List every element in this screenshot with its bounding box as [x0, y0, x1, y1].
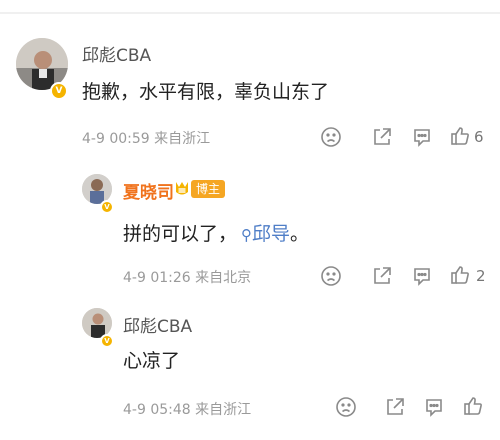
- reply-location: 来自浙江: [195, 402, 252, 418]
- verified-icon: V: [50, 82, 68, 100]
- comment-icon[interactable]: [411, 126, 433, 148]
- reply-text: 拼的可以了，: [123, 223, 238, 245]
- dislike-icon[interactable]: [320, 126, 342, 148]
- mention-link[interactable]: 邱导: [252, 223, 290, 245]
- reply-content: 心凉了: [123, 350, 181, 372]
- verified-icon: V: [100, 200, 114, 214]
- comment-time: 4-9 00:59 来自浙江: [82, 128, 210, 148]
- like-count: 2: [476, 267, 486, 285]
- reply-timestamp: 4-9 05:48: [123, 402, 191, 418]
- share-icon[interactable]: [371, 265, 393, 287]
- reply-location: 来自北京: [195, 270, 252, 286]
- comment-timestamp: 4-9 00:59: [82, 131, 150, 147]
- comment-icon[interactable]: [411, 265, 433, 287]
- reply-text-end: 。: [290, 223, 310, 245]
- medal-icon: [173, 180, 191, 198]
- like-icon[interactable]: [449, 125, 471, 147]
- comment-content: 抱歉，水平有限，辜负山东了: [82, 81, 330, 103]
- share-icon[interactable]: [384, 396, 406, 418]
- comment-icon[interactable]: [423, 396, 445, 418]
- reply-time: 4-9 01:26 来自北京: [123, 267, 251, 287]
- share-icon[interactable]: [371, 126, 393, 148]
- search-link-icon[interactable]: ⚲: [241, 226, 252, 244]
- comment-username[interactable]: 邱彪CBA: [82, 41, 151, 66]
- like-icon[interactable]: [449, 264, 471, 286]
- reply-username[interactable]: 夏晓司: [123, 178, 174, 203]
- top-divider: [0, 12, 500, 14]
- reply-timestamp: 4-9 01:26: [123, 270, 191, 286]
- like-count: 6: [474, 128, 484, 146]
- reply-username[interactable]: 邱彪CBA: [123, 312, 192, 337]
- dislike-icon[interactable]: [320, 265, 342, 287]
- comment-location: 来自浙江: [154, 131, 211, 147]
- reply-content: 拼的可以了， ⚲邱导。: [123, 219, 309, 246]
- verified-icon: V: [100, 334, 114, 348]
- reply-time: 4-9 05:48 来自浙江: [123, 399, 251, 419]
- like-icon[interactable]: [462, 395, 484, 417]
- dislike-icon[interactable]: [335, 396, 357, 418]
- status-badge: 博主: [191, 180, 226, 198]
